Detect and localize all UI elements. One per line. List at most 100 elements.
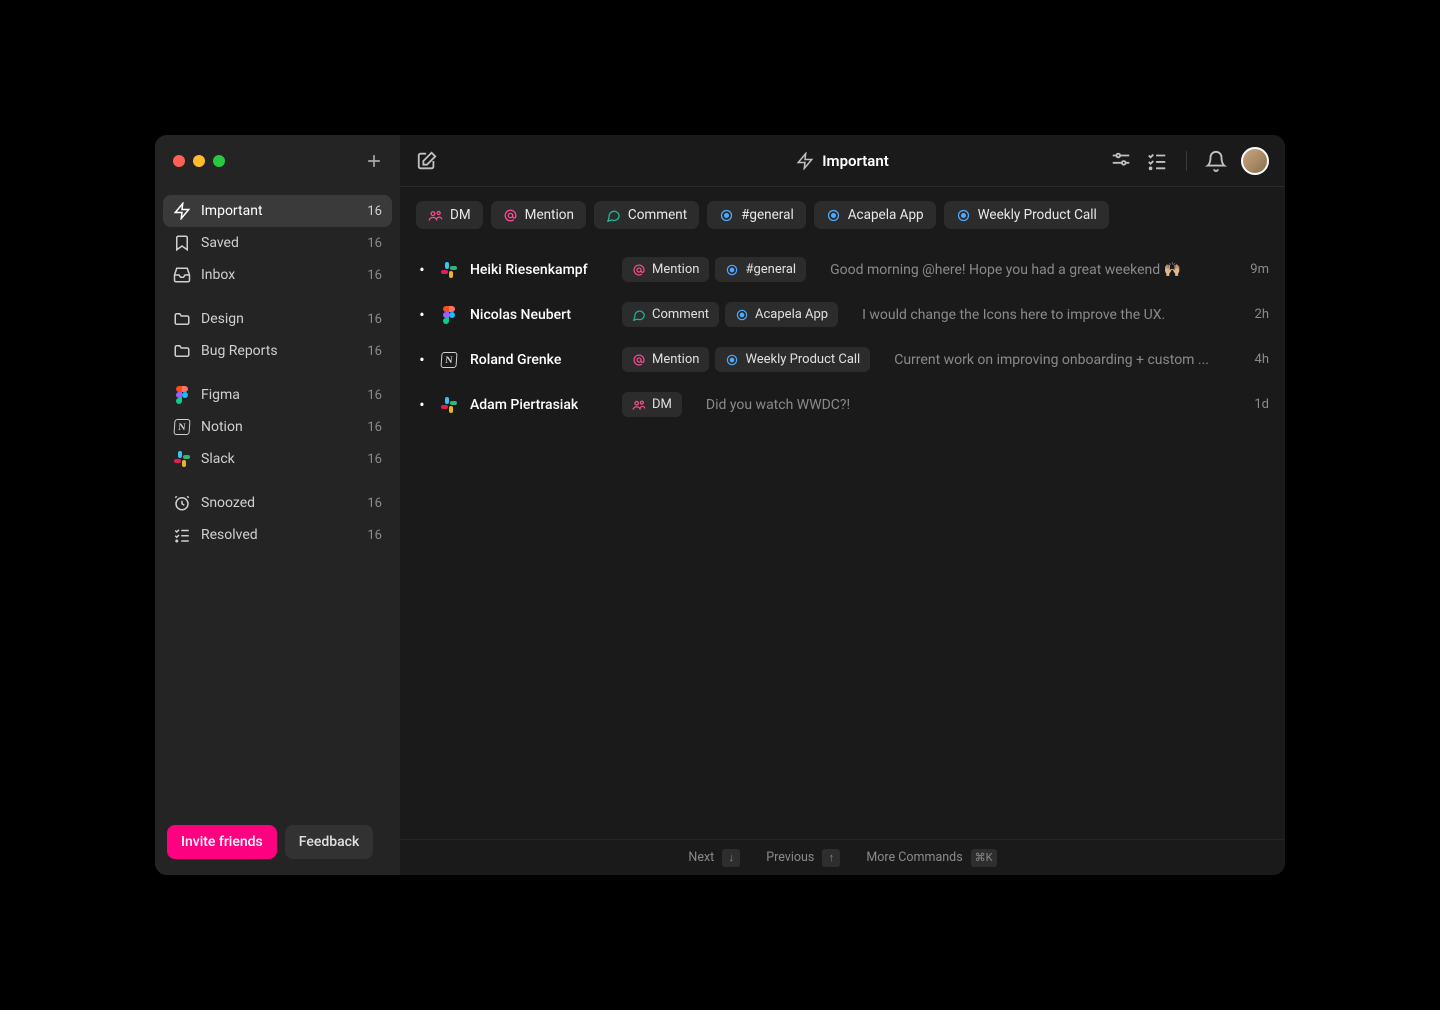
sliders-icon[interactable] [1110, 150, 1132, 172]
chip-label: Acapela App [848, 207, 924, 223]
nav-group: Snoozed16Resolved16 [163, 487, 392, 551]
message-row[interactable]: •Heiki RiesenkampfMention#generalGood mo… [416, 247, 1269, 292]
message-row[interactable]: •Nicolas NeubertCommentAcapela AppI woul… [416, 292, 1269, 337]
sidebar-item-label: Design [201, 311, 357, 327]
checklist-icon [173, 526, 191, 544]
message-time: 9m [1241, 262, 1269, 277]
more-hint: More Commands ⌘K [866, 849, 996, 867]
sidebar-footer: Invite friends Feedback [155, 825, 400, 875]
message-list: •Heiki RiesenkampfMention#generalGood mo… [400, 243, 1285, 431]
sidebar-item-count: 16 [367, 268, 382, 283]
slack-icon [440, 396, 458, 414]
sidebar-item-label: Important [201, 203, 357, 219]
tag-label: Mention [652, 262, 699, 277]
add-button[interactable] [364, 151, 384, 171]
sidebar-item-resolved[interactable]: Resolved16 [163, 519, 392, 551]
filter-chip[interactable]: #general [707, 201, 806, 229]
target-icon [725, 353, 739, 367]
compose-icon[interactable] [416, 150, 438, 172]
sidebar-item-count: 16 [367, 452, 382, 467]
filter-chip[interactable]: DM [416, 201, 483, 229]
nav-group: Important16Saved16Inbox16 [163, 195, 392, 291]
sidebar-item-inbox[interactable]: Inbox16 [163, 259, 392, 291]
sidebar-item-label: Saved [201, 235, 357, 251]
sidebar-item-count: 16 [367, 528, 382, 543]
tag-label: DM [652, 397, 672, 412]
slack-icon [173, 450, 191, 468]
folder-icon [173, 342, 191, 360]
sidebar-item-count: 16 [367, 496, 382, 511]
message-tag: Comment [622, 302, 719, 327]
sidebar-item-slack[interactable]: Slack 16 [163, 443, 392, 475]
sidebar-item-notion[interactable]: NNotion16 [163, 411, 392, 443]
sidebar-item-count: 16 [367, 312, 382, 327]
sidebar-item-label: Bug Reports [201, 343, 357, 359]
message-preview: Current work on improving onboarding + c… [894, 352, 1229, 368]
fullscreen-window-dot[interactable] [213, 155, 225, 167]
sidebar-item-label: Slack [201, 451, 357, 467]
checklist-icon[interactable] [1146, 150, 1168, 172]
message-time: 1d [1241, 397, 1269, 412]
sidebar-item-bug-reports[interactable]: Bug Reports16 [163, 335, 392, 367]
minimize-window-dot[interactable] [193, 155, 205, 167]
sidebar-item-count: 16 [367, 420, 382, 435]
sender-name: Roland Grenke [470, 352, 610, 368]
invite-button[interactable]: Invite friends [167, 825, 277, 859]
sidebar-top [155, 135, 400, 187]
slack-icon [440, 261, 458, 279]
up-key: ↑ [822, 849, 840, 867]
filter-chip[interactable]: Mention [491, 201, 586, 229]
dm-icon [428, 208, 443, 223]
target-icon [956, 208, 971, 223]
filter-chip[interactable]: Weekly Product Call [944, 201, 1109, 229]
close-window-dot[interactable] [173, 155, 185, 167]
message-tag: Mention [622, 347, 709, 372]
sidebar-item-snoozed[interactable]: Snoozed16 [163, 487, 392, 519]
next-hint: Next ↓ [688, 849, 740, 867]
message-tag: Acapela App [725, 302, 838, 327]
page-title: Important [822, 152, 889, 170]
message-tag: Mention [622, 257, 709, 282]
tag-label: #general [745, 262, 796, 277]
sidebar-item-important[interactable]: Important16 [163, 195, 392, 227]
bullet: • [416, 395, 428, 414]
mention-icon [632, 263, 646, 277]
lightning-icon [796, 152, 814, 170]
mention-icon [503, 208, 518, 223]
message-row[interactable]: •NRoland GrenkeMentionWeekly Product Cal… [416, 337, 1269, 382]
sidebar-nav: Important16Saved16Inbox16Design16Bug Rep… [155, 187, 400, 825]
message-tags: Mention #general [622, 257, 806, 282]
folder-icon [173, 310, 191, 328]
main: Important DM Mention Comment #general Acapel… [400, 135, 1285, 875]
filter-chip[interactable]: Acapela App [814, 201, 936, 229]
chip-label: Weekly Product Call [978, 207, 1097, 223]
message-tags: MentionWeekly Product Call [622, 347, 870, 372]
bottom-bar: Next ↓ Previous ↑ More Commands ⌘K [400, 839, 1285, 875]
titlebar: Important [400, 135, 1285, 187]
message-tag: #general [715, 257, 806, 282]
feedback-button[interactable]: Feedback [285, 825, 373, 859]
sender-name: Adam Piertrasiak [470, 397, 610, 413]
chip-label: Mention [525, 207, 574, 223]
message-tag: Weekly Product Call [715, 347, 870, 372]
filter-chip[interactable]: Comment [594, 201, 699, 229]
message-row[interactable]: • Adam Piertrasiak DM Did you watch WWDC?! 1… [416, 382, 1269, 427]
inbox-icon [173, 266, 191, 284]
target-icon [735, 308, 749, 322]
sidebar-item-figma[interactable]: Figma16 [163, 379, 392, 411]
target-icon [725, 263, 739, 277]
lightning-icon [173, 202, 191, 220]
cmd-k-key: ⌘K [971, 849, 997, 867]
bell-icon[interactable] [1205, 150, 1227, 172]
prev-hint: Previous ↑ [766, 849, 840, 867]
message-preview: Good morning @here! Hope you had a great… [830, 262, 1229, 278]
mention-icon [632, 353, 646, 367]
sidebar-item-design[interactable]: Design 16 [163, 303, 392, 335]
message-preview: Did you watch WWDC?! [706, 397, 1229, 413]
dm-icon [632, 398, 646, 412]
bullet: • [416, 260, 428, 279]
avatar[interactable] [1241, 147, 1269, 175]
notion-icon: N [440, 351, 458, 369]
message-tags: CommentAcapela App [622, 302, 838, 327]
sidebar-item-saved[interactable]: Saved16 [163, 227, 392, 259]
